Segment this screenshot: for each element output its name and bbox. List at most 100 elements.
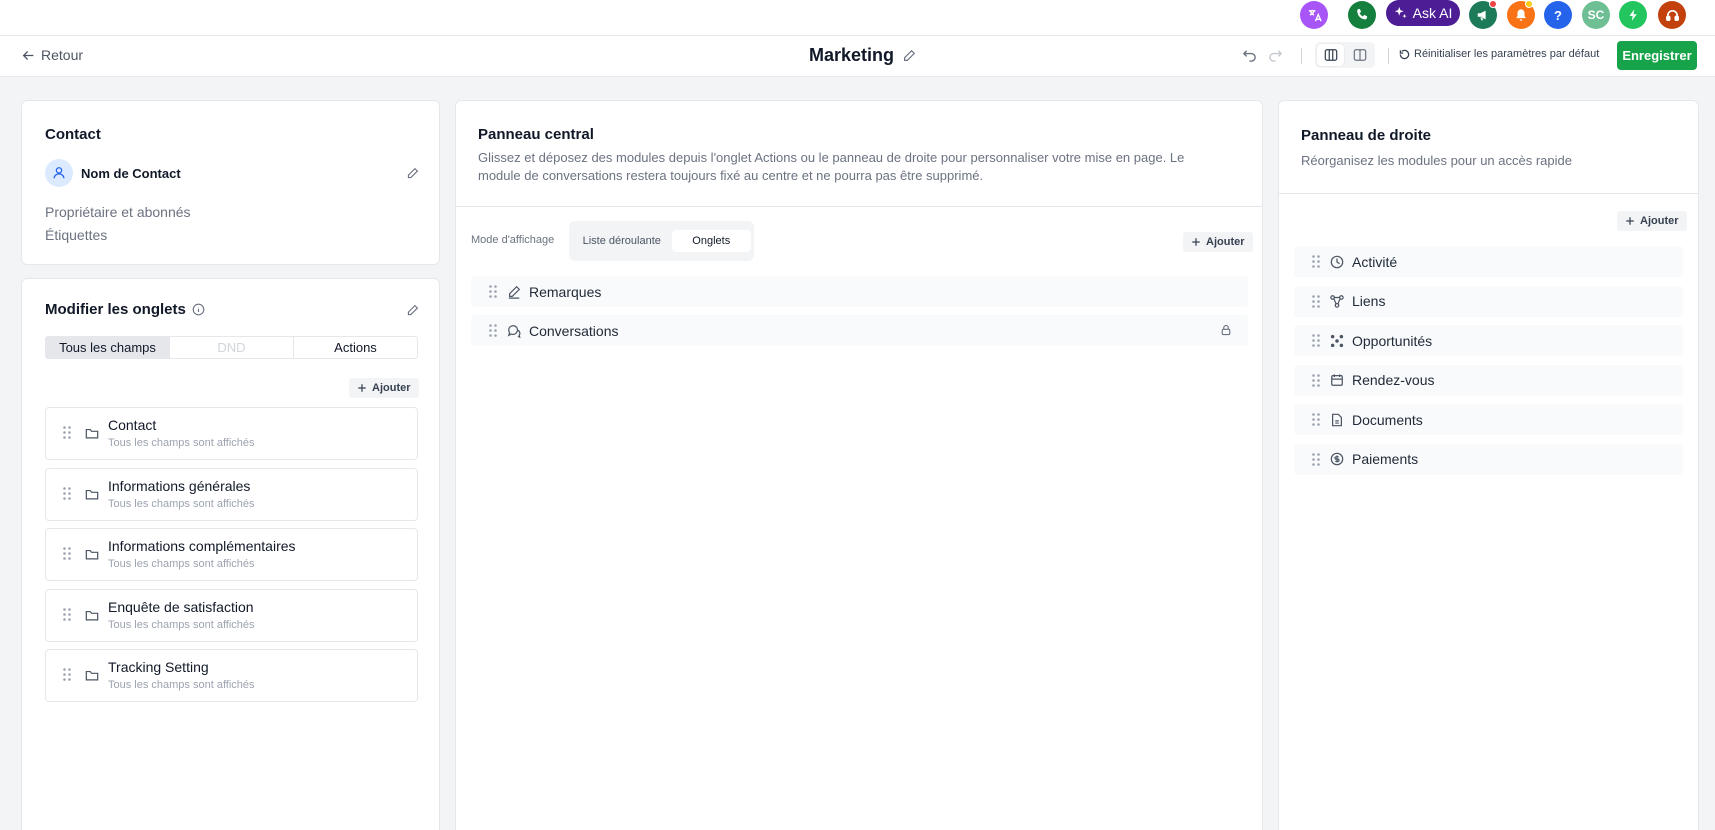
drag-handle-icon[interactable]	[1312, 452, 1320, 466]
folder-icon	[85, 548, 99, 561]
pencil-icon[interactable]	[406, 167, 419, 180]
module-row-remarques[interactable]: Remarques	[471, 276, 1248, 307]
dollar-icon	[1330, 452, 1344, 466]
section-subtitle: Tous les champs sont affichés	[108, 618, 255, 631]
divider	[1388, 48, 1389, 64]
tags-label: Étiquettes	[45, 227, 108, 243]
drag-handle-icon[interactable]	[1312, 255, 1320, 268]
redo-icon[interactable]	[1268, 47, 1283, 62]
headset-icon[interactable]	[1658, 1, 1686, 29]
section-card[interactable]: Enquête de satisfaction Tous les champs s…	[45, 588, 418, 642]
right-module-row[interactable]: Paiements	[1294, 443, 1683, 475]
pencil-icon[interactable]	[406, 304, 419, 317]
owner-followers-label: Propriétaire et abonnés	[45, 204, 191, 220]
section-card[interactable]: Contact Tous les champs sont affichés	[45, 407, 418, 460]
central-panel: Panneau central Glissez et déposez des m…	[455, 100, 1263, 830]
reset-defaults-button[interactable]: Réinitialiser les paramètres par défaut	[1399, 48, 1599, 60]
tabs-editor-title-row: Modifier les onglets	[45, 301, 205, 318]
drag-handle-icon[interactable]	[1312, 334, 1320, 347]
plus-icon	[1191, 237, 1201, 247]
central-panel-title: Panneau central	[478, 126, 594, 143]
sparkle-icon	[1394, 6, 1408, 20]
drag-handle-icon[interactable]	[489, 285, 497, 298]
add-module-button[interactable]: Ajouter	[1183, 232, 1253, 252]
divider	[456, 206, 1262, 207]
right-module-row[interactable]: Documents	[1294, 404, 1683, 435]
folder-icon	[85, 609, 99, 622]
save-button[interactable]: Enregistrer	[1617, 41, 1697, 70]
section-name: Contact	[108, 417, 157, 433]
mode-dropdown-list[interactable]: Liste déroulante	[572, 224, 672, 258]
section-card[interactable]: Informations complémentaires Tous les cha…	[45, 528, 418, 581]
pencil-icon	[507, 285, 521, 299]
right-module-row[interactable]: Activité	[1294, 246, 1683, 277]
help-icon[interactable]: ?	[1544, 1, 1572, 29]
translate-icon[interactable]	[1300, 1, 1328, 29]
three-column-view-button[interactable]	[1317, 44, 1344, 66]
folder-icon	[85, 669, 99, 682]
tabs-editor-panel: Modifier les onglets Tous les champs DND…	[21, 278, 440, 830]
pencil-icon[interactable]	[902, 49, 916, 63]
drag-handle-icon[interactable]	[1312, 413, 1320, 426]
link-nodes-icon	[1330, 294, 1344, 308]
module-label: Documents	[1352, 411, 1423, 428]
section-subtitle: Tous les champs sont affichés	[108, 679, 255, 691]
back-label: Retour	[41, 47, 84, 63]
section-card[interactable]: Tracking Setting Tous les champs sont aff…	[45, 649, 418, 702]
module-row-conversations[interactable]: Conversations	[471, 315, 1248, 346]
add-label: Ajouter	[1640, 215, 1679, 227]
mode-tabs[interactable]: Onglets	[671, 230, 751, 252]
module-label: Conversations	[529, 322, 619, 339]
tab-dnd[interactable]: DND	[170, 337, 294, 358]
drag-handle-icon[interactable]	[63, 668, 71, 681]
module-label: Liens	[1352, 293, 1386, 309]
contact-name-row: Nom de Contact	[45, 159, 181, 187]
reset-icon	[1399, 49, 1410, 60]
back-button[interactable]: Retour	[22, 47, 83, 63]
contact-card-title: Contact	[45, 126, 101, 143]
document-icon	[1330, 413, 1344, 427]
section-name: Informations complémentaires	[108, 538, 296, 554]
drag-handle-icon[interactable]	[63, 486, 71, 500]
add-module-button[interactable]: Ajouter	[1617, 211, 1687, 231]
contact-card: Contact Nom de Contact Propriétaire et a…	[21, 100, 440, 265]
section-card[interactable]: Informations générales Tous les champs so…	[45, 467, 418, 521]
drag-handle-icon[interactable]	[63, 547, 71, 560]
drag-handle-icon[interactable]	[489, 324, 497, 337]
tab-actions[interactable]: Actions	[294, 337, 417, 358]
plus-icon	[357, 383, 367, 393]
lightning-icon[interactable]	[1619, 1, 1647, 29]
display-mode-toggle: Liste déroulante Onglets	[569, 221, 754, 261]
drag-handle-icon[interactable]	[63, 607, 71, 621]
avatar[interactable]: SC	[1582, 1, 1610, 29]
two-column-view-button[interactable]	[1346, 44, 1373, 66]
right-panel-title: Panneau de droite	[1301, 127, 1432, 144]
notification-dot	[1489, 0, 1497, 8]
contact-name: Nom de Contact	[81, 165, 181, 181]
phone-icon[interactable]	[1348, 1, 1376, 29]
tab-all-fields[interactable]: Tous les champs	[46, 337, 170, 358]
drag-handle-icon[interactable]	[1312, 294, 1320, 308]
layout-toggle	[1315, 42, 1375, 68]
section-name: Enquête de satisfaction	[108, 598, 254, 615]
right-module-row[interactable]: Opportunités	[1294, 325, 1683, 356]
user-icon	[45, 159, 73, 187]
divider	[1301, 48, 1302, 64]
drag-handle-icon[interactable]	[1312, 373, 1320, 387]
ask-ai-button[interactable]: Ask AI	[1386, 0, 1460, 26]
module-label: Rendez-vous	[1352, 372, 1435, 388]
add-section-button[interactable]: Ajouter	[349, 378, 419, 398]
right-panel-description: Réorganisez les modules pour un accès ra…	[1301, 153, 1572, 168]
right-module-row[interactable]: Liens	[1294, 285, 1683, 317]
right-module-row[interactable]: Rendez-vous	[1294, 364, 1683, 396]
info-icon[interactable]	[192, 303, 205, 316]
right-panel: Panneau de droite Réorganisez les module…	[1278, 100, 1699, 830]
undo-icon[interactable]	[1242, 47, 1257, 62]
section-subtitle: Tous les champs sont affichés	[108, 437, 255, 449]
module-label: Remarques	[529, 283, 602, 300]
field-tabs: Tous les champs DND Actions	[45, 336, 418, 359]
drag-handle-icon[interactable]	[63, 426, 71, 439]
calendar-icon	[1330, 373, 1344, 387]
folder-icon	[85, 488, 99, 501]
display-mode-label: Mode d'affichage	[471, 234, 555, 246]
